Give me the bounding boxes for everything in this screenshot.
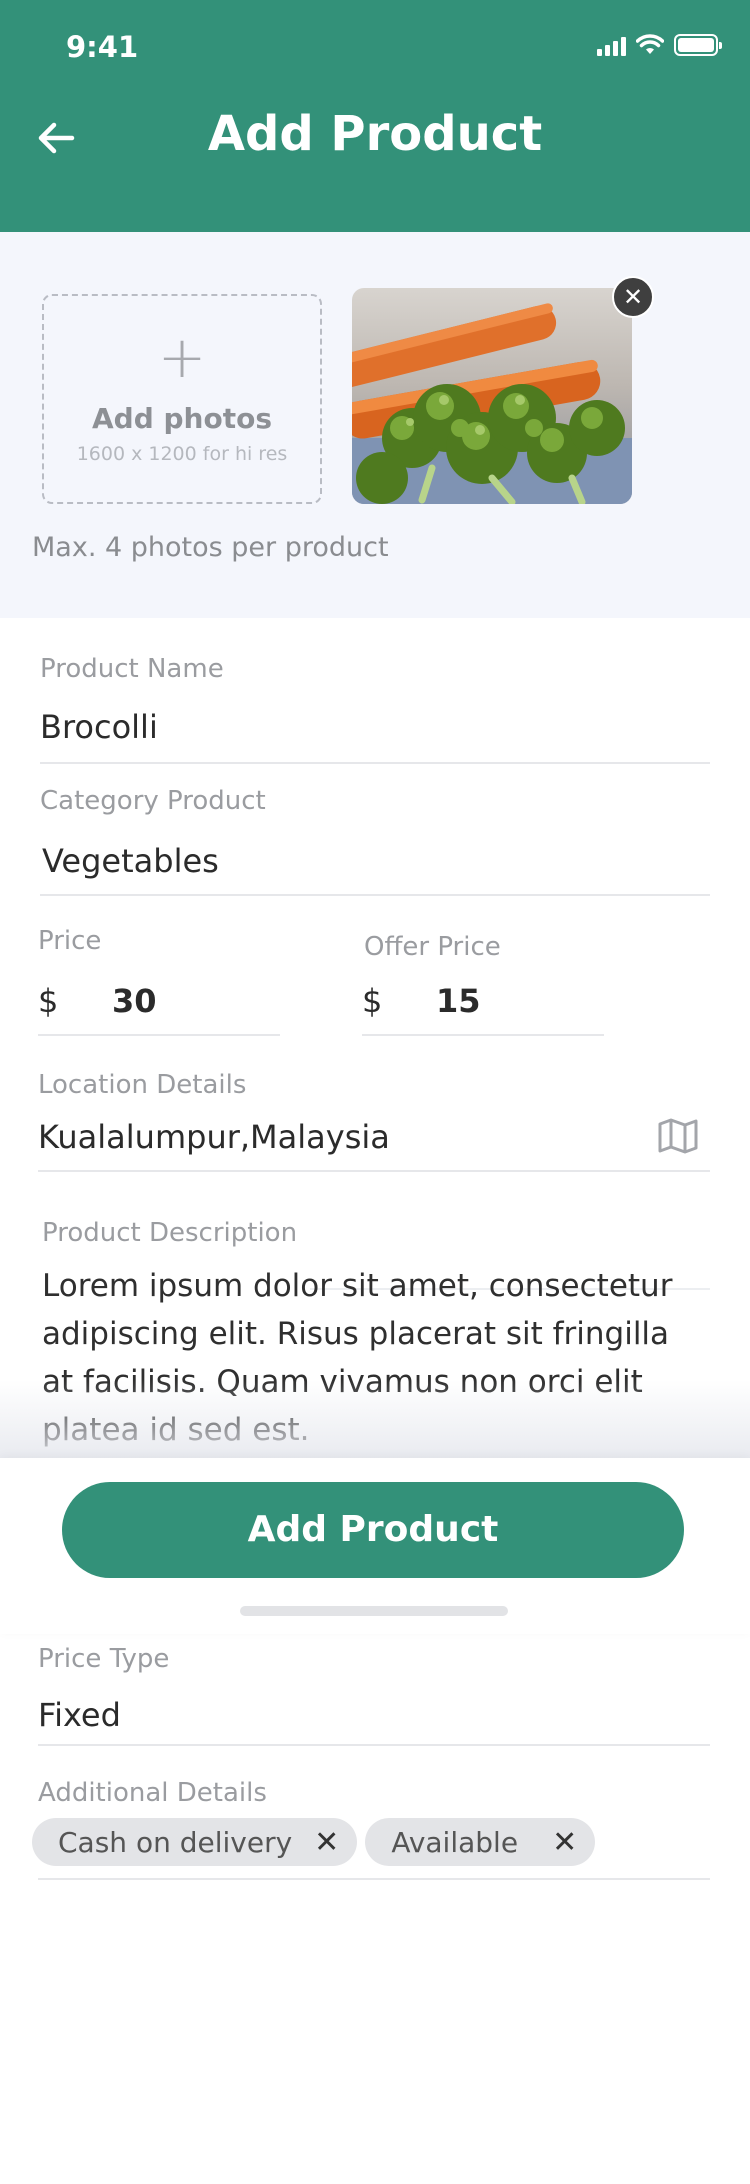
offer-price-input[interactable]: 15: [436, 982, 481, 1020]
wifi-icon: [636, 34, 664, 54]
divider: [362, 1034, 604, 1036]
product-photo-thumbnail[interactable]: [352, 288, 632, 504]
price-input[interactable]: 30: [112, 982, 157, 1020]
map-icon: [658, 1118, 698, 1154]
photos-limit-hint: Max. 4 photos per product: [32, 532, 389, 563]
add-product-button[interactable]: Add Product: [62, 1482, 684, 1578]
remove-chip-icon[interactable]: ✕: [314, 1825, 339, 1860]
product-name-label: Product Name: [40, 654, 224, 684]
additional-details-chips: Cash on delivery ✕ Available ✕: [32, 1818, 596, 1866]
plus-icon: +: [157, 323, 207, 391]
additional-details-label: Additional Details: [38, 1778, 267, 1808]
close-icon: ✕: [622, 283, 644, 311]
location-input[interactable]: Kualalumpur,Malaysia: [38, 1118, 390, 1156]
add-photos-button[interactable]: + Add photos 1600 x 1200 for hi res: [42, 294, 322, 504]
product-name-input[interactable]: Brocolli: [40, 708, 158, 746]
status-icons: [597, 34, 722, 56]
battery-icon: [674, 34, 722, 56]
home-indicator: [240, 1606, 508, 1616]
offer-price-currency: $: [362, 982, 383, 1020]
page-title: Add Product: [207, 106, 543, 162]
remove-photo-button[interactable]: ✕: [612, 276, 654, 318]
chip-available: Available ✕: [365, 1818, 596, 1866]
chip-label: Cash on delivery: [58, 1825, 293, 1859]
broccoli-photo: [352, 288, 632, 504]
offer-price-label: Offer Price: [364, 932, 501, 962]
location-label: Location Details: [38, 1070, 247, 1100]
divider: [38, 1170, 710, 1172]
status-time: 9:41: [66, 30, 139, 64]
chip-cash-on-delivery: Cash on delivery ✕: [32, 1818, 358, 1866]
add-photos-label: Add photos: [91, 402, 272, 435]
price-type-label: Price Type: [38, 1644, 170, 1674]
category-input[interactable]: Vegetables: [42, 842, 219, 880]
category-label: Category Product: [40, 786, 266, 816]
price-currency: $: [38, 982, 59, 1020]
remove-chip-icon[interactable]: ✕: [552, 1825, 577, 1860]
scroll-fade: [0, 1380, 750, 1460]
divider: [40, 762, 710, 764]
description-label: Product Description: [42, 1218, 298, 1248]
map-button[interactable]: [656, 1116, 700, 1156]
add-photos-hint: 1600 x 1200 for hi res: [76, 443, 288, 465]
divider: [38, 1034, 280, 1036]
price-label: Price: [38, 926, 102, 956]
price-type-input[interactable]: Fixed: [38, 1696, 121, 1734]
divider: [38, 1878, 710, 1880]
chip-label: Available: [391, 1825, 519, 1859]
divider: [38, 1744, 710, 1746]
signal-icon: [597, 34, 626, 56]
divider: [40, 894, 710, 896]
